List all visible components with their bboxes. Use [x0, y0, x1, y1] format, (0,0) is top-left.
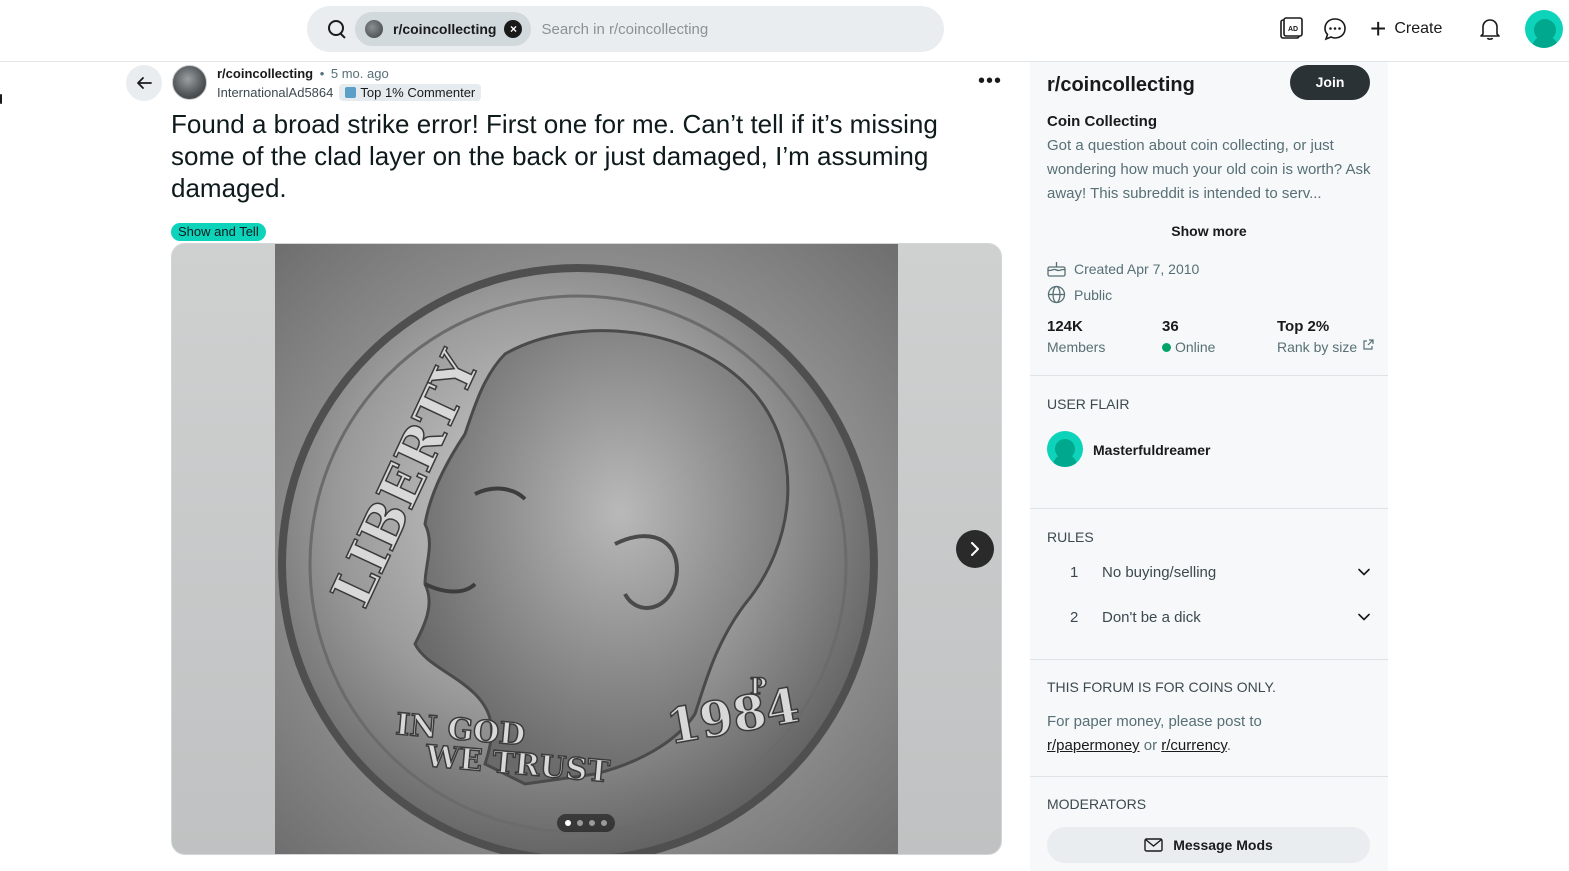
- rank-label: Rank by size: [1277, 339, 1358, 355]
- sidebar-community-name: r/coincollecting: [1047, 74, 1195, 96]
- clear-scope-icon[interactable]: ×: [504, 20, 523, 38]
- rank-row: Rank by size: [1277, 339, 1374, 355]
- sidebar-divider: [1030, 508, 1388, 509]
- gallery-dot[interactable]: [601, 820, 607, 826]
- search-icon: [327, 19, 347, 39]
- forum-notice-heading: THIS FORUM IS FOR COINS ONLY.: [1047, 679, 1276, 695]
- sidebar-divider: [1030, 375, 1388, 376]
- papermoney-link[interactable]: r/papermoney: [1047, 737, 1140, 754]
- avatar-head: [1055, 439, 1075, 459]
- post-media-gallery[interactable]: LIBERTY IN GOD WE TRUST 1984 P: [171, 243, 1002, 855]
- chevron-down-icon: [1358, 613, 1370, 621]
- user-avatar[interactable]: [1525, 10, 1563, 48]
- bell-icon[interactable]: [1477, 16, 1503, 42]
- author-flair-label: Top 1% Commenter: [360, 85, 476, 100]
- back-button[interactable]: [126, 65, 162, 101]
- gallery-dot[interactable]: [577, 820, 583, 826]
- created-info: Created Apr 7, 2010: [1047, 260, 1199, 277]
- scroll-marker: [0, 94, 2, 104]
- author-link[interactable]: InternationalAd5864: [217, 85, 333, 100]
- author-flair: Top 1% Commenter: [339, 84, 482, 101]
- forum-notice-text: For paper money, please post to r/paperm…: [1047, 710, 1377, 758]
- coin-photo: LIBERTY IN GOD WE TRUST 1984 P: [275, 244, 898, 854]
- cake-icon: [1047, 262, 1066, 277]
- online-dot-icon: [1162, 342, 1171, 352]
- svg-text:P: P: [750, 674, 767, 700]
- online-label: Online: [1175, 339, 1216, 355]
- avatar-head: [1534, 19, 1556, 41]
- arrow-left-icon: [137, 77, 152, 89]
- chevron-down-icon: [1358, 568, 1370, 576]
- rule-item[interactable]: 2 Don't be a dick: [1070, 609, 1370, 626]
- create-label: Create: [1394, 20, 1443, 37]
- members-count: 124K: [1047, 318, 1083, 335]
- rule-number: 1: [1070, 564, 1079, 581]
- forum-end: .: [1226, 737, 1231, 754]
- globe-icon: [1047, 285, 1066, 304]
- community-sidebar: r/coincollecting Join Coin Collecting Go…: [1030, 62, 1388, 871]
- created-date: Created Apr 7, 2010: [1074, 260, 1200, 277]
- message-mods-button[interactable]: Message Mods: [1047, 827, 1370, 863]
- user-flair-avatar: [1047, 431, 1083, 467]
- stat-online: 36 Online: [1162, 318, 1215, 355]
- top-bar: r/coincollecting × AD + Create: [0, 0, 1569, 62]
- more-options-button[interactable]: •••: [978, 70, 1002, 93]
- show-more-button[interactable]: Show more: [1030, 223, 1388, 239]
- user-flair-name[interactable]: Masterfuldreamer: [1093, 442, 1211, 458]
- meta-separator: •: [319, 66, 325, 81]
- chevron-right-icon: [971, 542, 979, 556]
- dime-illustration: LIBERTY IN GOD WE TRUST 1984 P: [275, 244, 898, 854]
- post-title: Found a broad strike error! First one fo…: [171, 109, 938, 203]
- stat-rank[interactable]: Top 2% Rank by size: [1277, 318, 1374, 355]
- subreddit-link[interactable]: r/coincollecting: [217, 66, 313, 81]
- chat-icon[interactable]: [1322, 16, 1348, 42]
- svg-text:AD: AD: [1288, 26, 1298, 33]
- commenter-badge-icon: [345, 87, 357, 98]
- visibility-label: Public: [1074, 286, 1113, 303]
- stat-members: 124K Members: [1047, 318, 1105, 355]
- post-age: 5 mo. ago: [330, 66, 389, 81]
- moderators-heading: MODERATORS: [1047, 796, 1147, 812]
- currency-link[interactable]: r/currency: [1161, 737, 1227, 754]
- rules-heading: RULES: [1047, 529, 1094, 545]
- subreddit-chip-avatar: [365, 20, 383, 38]
- online-row: Online: [1162, 339, 1215, 355]
- join-button[interactable]: Join: [1290, 65, 1370, 100]
- rule-item[interactable]: 1 No buying/selling: [1070, 564, 1370, 581]
- mail-icon: [1144, 838, 1163, 852]
- forum-or: or: [1143, 737, 1158, 754]
- message-mods-label: Message Mods: [1173, 837, 1273, 853]
- members-label: Members: [1047, 339, 1106, 355]
- author-line: InternationalAd5864 Top 1% Commenter: [217, 84, 482, 101]
- search-scope-label: r/coincollecting: [393, 21, 497, 37]
- post-flair-tag[interactable]: Show and Tell: [171, 223, 266, 241]
- gallery-next-button[interactable]: [956, 530, 994, 568]
- gallery-dot[interactable]: [589, 820, 595, 826]
- search-bar[interactable]: r/coincollecting ×: [307, 6, 944, 52]
- gallery-dot[interactable]: [565, 820, 571, 826]
- sidebar-divider: [1030, 659, 1388, 660]
- user-flair-heading: USER FLAIR: [1047, 396, 1130, 412]
- advertise-icon[interactable]: AD: [1278, 16, 1304, 42]
- rule-text: No buying/selling: [1102, 564, 1217, 581]
- rank-value: Top 2%: [1277, 318, 1330, 335]
- create-button[interactable]: + Create: [1370, 14, 1442, 44]
- gallery-pagination: [557, 814, 615, 832]
- gallery-left-blur: [172, 244, 276, 854]
- rule-number: 2: [1070, 609, 1079, 626]
- search-scope-chip[interactable]: r/coincollecting ×: [355, 12, 532, 46]
- subreddit-avatar[interactable]: [172, 65, 207, 100]
- search-input[interactable]: [541, 20, 902, 38]
- post-meta: r/coincollecting • 5 mo. ago: [217, 66, 389, 81]
- forum-notice-prefix: For paper money, please post to: [1047, 713, 1262, 730]
- plus-icon: +: [1370, 13, 1387, 44]
- visibility-info: Public: [1047, 285, 1112, 304]
- online-count: 36: [1162, 318, 1179, 335]
- community-title: Coin Collecting: [1047, 113, 1157, 130]
- community-description: Got a question about coin collecting, or…: [1047, 137, 1371, 202]
- external-link-icon: [1363, 339, 1374, 350]
- sidebar-divider: [1030, 776, 1388, 777]
- rule-text: Don't be a dick: [1102, 609, 1201, 626]
